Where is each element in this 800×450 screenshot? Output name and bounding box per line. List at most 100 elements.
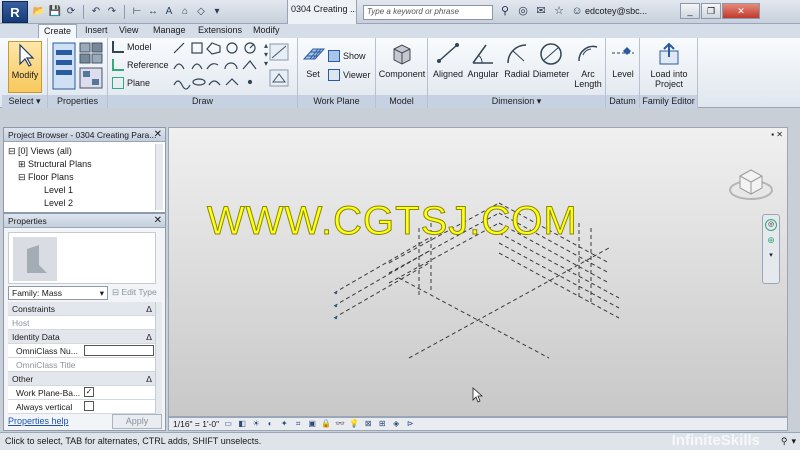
crop-icon[interactable]: ⌗ <box>293 419 303 429</box>
tree-structural-plans[interactable]: ⊞ Structural Plans <box>18 159 92 170</box>
tab-insert[interactable]: Insert <box>80 24 113 38</box>
section-icon[interactable]: ◇ <box>194 5 208 19</box>
pick-faces-icon[interactable] <box>268 68 292 90</box>
family-types-icon[interactable] <box>79 42 103 64</box>
apply-button[interactable]: Apply <box>112 414 162 429</box>
restore-button[interactable]: ❐ <box>701 3 721 19</box>
project-browser-scrollbar[interactable] <box>155 144 163 210</box>
tag-icon[interactable]: A <box>162 5 176 19</box>
properties-scrollbar[interactable] <box>155 302 162 414</box>
constraints-section[interactable]: Constraints ᐃ <box>8 302 156 316</box>
work-plane-based-checkbox[interactable]: ✓ <box>84 387 94 397</box>
user-icon[interactable]: ☺ <box>570 4 584 18</box>
properties-icon[interactable] <box>52 42 76 90</box>
component-button[interactable]: Component <box>378 41 426 79</box>
lock-icon[interactable]: 🔒 <box>321 419 331 429</box>
tree-views-all[interactable]: ⊟ [0] Views (all) <box>8 146 72 157</box>
dropdown-icon[interactable]: ▾ <box>210 5 224 19</box>
arc-length-icon <box>578 45 598 62</box>
communication-icon[interactable]: ✉ <box>534 4 548 18</box>
dimension-panel: Aligned Angular Radial Diameter Arc Lengt… <box>428 38 606 108</box>
omniclass-number-field[interactable] <box>84 345 154 356</box>
default-3d-icon[interactable]: ⌂ <box>178 5 192 19</box>
tab-create[interactable]: Create <box>38 24 78 38</box>
arc-length-dimension-button[interactable]: Arc Length <box>572 41 604 89</box>
reference-plane-button[interactable]: Plane <box>112 77 150 89</box>
show-crop-icon[interactable]: ▣ <box>307 419 317 429</box>
properties-help-link[interactable]: Properties help <box>8 416 69 426</box>
selection-icon[interactable]: ▾ <box>791 436 796 447</box>
analytical-icon[interactable]: ⊠ <box>363 419 373 429</box>
favorites-icon[interactable]: ☆ <box>552 4 566 18</box>
visual-style-icon[interactable]: ◧ <box>237 419 247 429</box>
search-input[interactable]: Type a keyword or phrase <box>363 5 493 20</box>
view-scale[interactable]: 1/16" = 1'-0" <box>173 419 219 429</box>
steering-wheel-icon[interactable]: ◎ <box>765 219 777 231</box>
sync-icon[interactable]: ⟳ <box>64 5 78 19</box>
minimize-button[interactable]: _ <box>680 3 700 19</box>
hide-isolate-icon[interactable]: 👓 <box>335 419 345 429</box>
identity-data-section[interactable]: Identity Data ᐃ <box>8 330 156 344</box>
model-line-button[interactable]: Model <box>112 41 152 53</box>
level-button[interactable]: Level <box>608 41 638 79</box>
filter-icon[interactable]: ⚲ <box>781 436 788 447</box>
close-button[interactable]: ✕ <box>722 3 760 19</box>
tree-level-1[interactable]: Level 1 <box>44 185 73 195</box>
show-icon <box>328 50 340 62</box>
redo-icon[interactable]: ↷ <box>105 5 119 19</box>
dimension-icon[interactable]: ↔ <box>146 5 160 19</box>
dimension-panel-label[interactable]: Dimension ▾ <box>428 95 605 108</box>
render-icon[interactable]: ✦ <box>279 419 289 429</box>
shadows-icon[interactable]: ◐ <box>265 419 275 429</box>
family-category-icon[interactable] <box>79 67 103 89</box>
measure-icon[interactable]: ⊢ <box>130 5 144 19</box>
select-panel-label[interactable]: Select ▾ <box>2 95 47 108</box>
radial-dimension-button[interactable]: Radial <box>502 41 532 79</box>
always-vertical-checkbox[interactable] <box>84 401 94 411</box>
edit-type-button[interactable]: ⊟ Edit Type <box>112 287 157 298</box>
set-work-plane-button[interactable]: Set <box>301 41 326 79</box>
drawing-canvas[interactable]: ▪ ✕ <box>168 127 788 417</box>
show-work-plane-button[interactable]: Show <box>328 50 366 62</box>
subscription-icon[interactable]: ◎ <box>516 4 530 18</box>
application-menu-button[interactable]: R <box>2 1 28 23</box>
diameter-dimension-button[interactable]: Diameter <box>532 41 570 79</box>
tab-view[interactable]: View <box>114 24 143 38</box>
zoom-icon[interactable]: ⊕ <box>765 235 777 247</box>
tab-manage[interactable]: Manage <box>148 24 191 38</box>
ribbon: Modify Select ▾ Properties Model Referen… <box>0 38 800 108</box>
undo-icon[interactable]: ↶ <box>89 5 103 19</box>
load-into-project-button[interactable]: Load into Project <box>644 41 694 89</box>
family-selector[interactable]: Family: Mass ▾ <box>8 286 108 300</box>
user-name[interactable]: edcotey@sbc... <box>585 6 647 16</box>
canvas-window-controls[interactable]: ▪ ✕ <box>771 130 783 139</box>
detail-level-icon[interactable]: ▭ <box>223 419 233 429</box>
draw-shapes-gallery[interactable] <box>172 41 262 91</box>
type-selector-preview[interactable] <box>8 232 156 284</box>
binoculars-icon[interactable]: ⚲ <box>498 4 512 18</box>
angular-dimension-button[interactable]: Angular <box>466 41 500 79</box>
tab-extensions[interactable]: Extensions <box>193 24 247 38</box>
nav-dropdown-icon[interactable]: ▾ <box>765 251 777 261</box>
other-section[interactable]: Other ᐃ <box>8 372 156 386</box>
modify-button[interactable]: Modify <box>8 41 42 93</box>
sun-path-icon[interactable]: ☀ <box>251 419 261 429</box>
reveal-hidden-icon[interactable]: 💡 <box>349 419 359 429</box>
pick-lines-icon[interactable] <box>268 42 292 64</box>
save-icon[interactable]: 💾 <box>48 5 62 19</box>
viewer-button[interactable]: Viewer <box>328 69 370 81</box>
close-icon[interactable]: ✕ <box>154 215 162 226</box>
constraints-icon[interactable]: ⊞ <box>377 419 387 429</box>
tree-level-2[interactable]: Level 2 <box>44 198 73 208</box>
omniclass-number-row[interactable]: OmniClass Nu... <box>8 344 156 358</box>
tree-floor-plans[interactable]: ⊟ Floor Plans <box>18 172 74 183</box>
work-plane-panel: Set Show Viewer Work Plane <box>298 38 376 108</box>
open-icon[interactable]: 📂 <box>32 5 46 19</box>
highlight-icon[interactable]: ◈ <box>391 419 401 429</box>
reference-line-button[interactable]: Reference <box>112 59 169 71</box>
tab-modify[interactable]: Modify <box>248 24 285 38</box>
close-icon[interactable]: ✕ <box>154 129 162 140</box>
viewcube-icon[interactable] <box>728 160 774 206</box>
worksharing-icon[interactable]: ⊳ <box>405 419 415 429</box>
aligned-dimension-button[interactable]: Aligned <box>431 41 465 79</box>
